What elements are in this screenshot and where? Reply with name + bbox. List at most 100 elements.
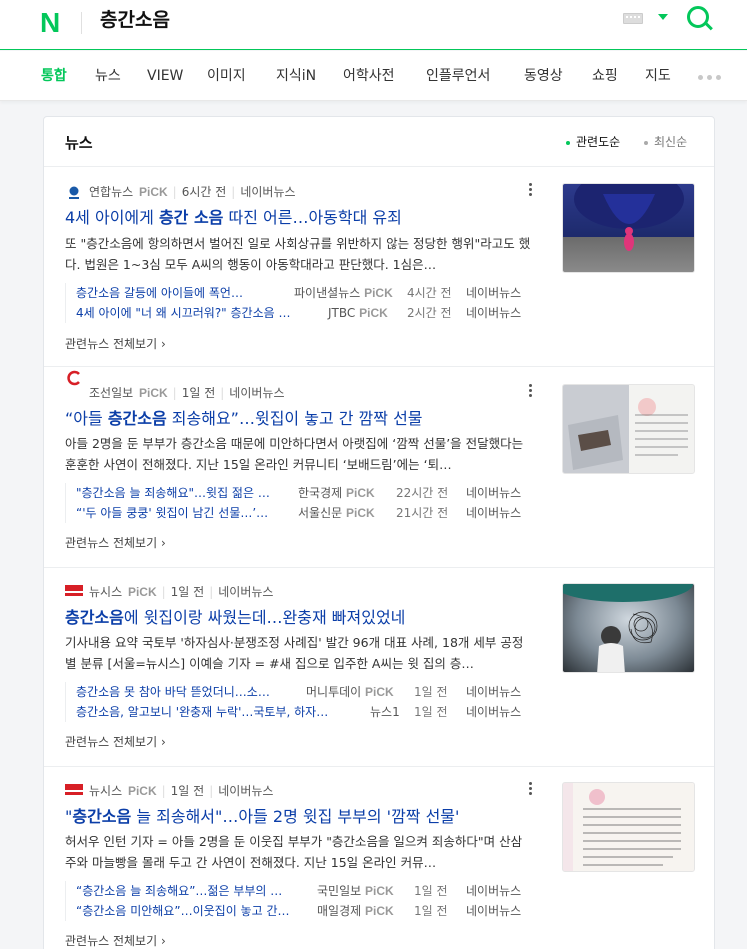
news-time: 1일 전 xyxy=(170,585,205,599)
related-news-item[interactable]: 층간소음 못 참아 바닥 뜯었더니…소… 머니투데이 PiCK 1일 전 네이버… xyxy=(76,682,533,702)
naver-news-link[interactable]: 네이버뉴스 xyxy=(218,784,273,798)
naver-news-link[interactable]: 네이버뉴스 xyxy=(466,483,521,503)
news-thumbnail[interactable] xyxy=(562,583,695,673)
tab-video[interactable]: 동영상 xyxy=(524,66,563,86)
related-news-list: “층간소음 늘 죄송해요”…젊은 부부의 … 국민일보 PiCK 1일 전 네이… xyxy=(65,881,533,921)
related-title[interactable]: 층간소음, 알고보니 '완충재 누락'…국토부, 하자… xyxy=(76,702,352,722)
related-time: 1일 전 xyxy=(414,884,448,898)
see-all-related-link[interactable]: 관련뉴스 전체보기 xyxy=(65,335,166,352)
pick-badge: PiCK xyxy=(127,585,157,599)
keyboard-icon[interactable] xyxy=(623,13,643,24)
tab-view[interactable]: VIEW xyxy=(147,66,183,86)
related-time: 4시간 전 xyxy=(407,286,452,300)
related-title[interactable]: “층간소음 늘 죄송해요”…젊은 부부의 … xyxy=(76,881,302,901)
related-news-list: 층간소음 못 참아 바닥 뜯었더니…소… 머니투데이 PiCK 1일 전 네이버… xyxy=(65,682,533,722)
naver-news-link[interactable]: 네이버뉴스 xyxy=(466,682,521,702)
related-news-list: "층간소음 늘 죄송해요"…윗집 젊은 … 한국경제 PiCK 22시간 전 네… xyxy=(65,483,533,523)
pick-badge: PiCK xyxy=(127,784,157,798)
naver-news-link[interactable]: 네이버뉴스 xyxy=(240,185,295,199)
news-title[interactable]: 층간소음에 윗집이랑 싸웠는데…완충재 빠져있었네 xyxy=(65,607,405,629)
press-logo-icon[interactable] xyxy=(65,370,83,386)
related-title[interactable]: "층간소음 늘 죄송해요"…윗집 젊은 … xyxy=(76,483,286,503)
related-title[interactable]: “'두 아들 쿵쿵' 윗집이 남긴 선물…’… xyxy=(76,503,284,523)
news-description[interactable]: 기사내용 요약 국토부 '하자심사·분쟁조정 사례집' 발간 96개 대표 사례… xyxy=(65,632,533,674)
related-news-item[interactable]: “'두 아들 쿵쿵' 윗집이 남긴 선물…’… 서울신문 PiCK 21시간 전… xyxy=(76,503,533,523)
press-name[interactable]: 연합뉴스 xyxy=(89,185,133,199)
press-name[interactable]: 조선일보 xyxy=(89,386,133,400)
see-all-related-link[interactable]: 관련뉴스 전체보기 xyxy=(65,733,166,750)
more-options-icon[interactable] xyxy=(529,782,533,798)
sort-relevance[interactable]: 관련도순 xyxy=(566,134,620,150)
naver-news-link[interactable]: 네이버뉴스 xyxy=(466,881,521,901)
tab-images[interactable]: 이미지 xyxy=(207,66,246,86)
search-header: N 층간소음 xyxy=(0,0,747,50)
related-news-item[interactable]: “층간소음 미안해요”…이웃집이 놓고 간… 매일경제 PiCK 1일 전 네이… xyxy=(76,901,533,921)
naver-news-link[interactable]: 네이버뉴스 xyxy=(466,503,521,523)
tab-integrated[interactable]: 통합 xyxy=(41,66,67,86)
news-thumbnail[interactable] xyxy=(562,183,695,273)
news-title[interactable]: “아들 층간소음 죄송해요”…윗집이 놓고 간 깜짝 선물 xyxy=(65,408,423,430)
pick-badge: PiCK xyxy=(139,386,168,400)
sort-latest-label: 최신순 xyxy=(654,135,688,149)
news-thumbnail[interactable] xyxy=(562,782,695,872)
sort-latest[interactable]: 최신순 xyxy=(644,134,687,150)
news-section: 뉴스 관련도순 최신순 연합뉴스 PiCK | 6시간 전 | 네이버뉴스 4세 아이에… xyxy=(43,116,715,949)
search-tabs: 통합 뉴스 VIEW 이미지 지식iN 어학사전 인플루언서 동영상 쇼핑 지도 xyxy=(0,51,747,101)
see-all-related-link[interactable]: 관련뉴스 전체보기 xyxy=(65,932,166,949)
search-icon[interactable] xyxy=(687,6,709,28)
related-press: 파이낸셜뉴스 PiCK xyxy=(294,286,393,300)
tab-shopping[interactable]: 쇼핑 xyxy=(592,66,618,86)
press-logo-icon[interactable] xyxy=(65,782,83,798)
news-description[interactable]: 아들 2명을 둔 부부가 층간소음 때문에 미안하다면서 아랫집에 ‘깜짝 선물… xyxy=(65,433,533,475)
related-press: 서울신문 PiCK xyxy=(298,506,375,520)
naver-news-link[interactable]: 네이버뉴스 xyxy=(466,702,521,722)
naver-news-link[interactable]: 네이버뉴스 xyxy=(466,901,521,921)
see-all-related-link[interactable]: 관련뉴스 전체보기 xyxy=(65,534,166,551)
news-item: 조선일보 PiCK | 1일 전 | 네이버뉴스 “아들 층간소음 죄송해요”…윗집이 … xyxy=(44,368,714,568)
section-title: 뉴스 xyxy=(65,134,93,152)
news-meta: 조선일보 PiCK | 1일 전 | 네이버뉴스 xyxy=(89,386,285,400)
tab-map[interactable]: 지도 xyxy=(645,66,671,86)
search-query[interactable]: 층간소음 xyxy=(100,8,170,32)
more-options-icon[interactable] xyxy=(529,384,533,400)
news-meta: 뉴시스 PiCK | 1일 전 | 네이버뉴스 xyxy=(89,585,274,599)
naver-news-link[interactable]: 네이버뉴스 xyxy=(218,585,273,599)
naver-news-link[interactable]: 네이버뉴스 xyxy=(466,283,521,303)
naver-news-link[interactable]: 네이버뉴스 xyxy=(466,303,521,323)
related-news-item[interactable]: "층간소음 늘 죄송해요"…윗집 젊은 … 한국경제 PiCK 22시간 전 네… xyxy=(76,483,533,503)
related-title[interactable]: 4세 아이에 "너 왜 시끄러워?" 층간소음 … xyxy=(76,303,314,323)
press-logo-icon[interactable] xyxy=(65,185,83,201)
tab-influencer[interactable]: 인플루언서 xyxy=(426,66,490,86)
related-title[interactable]: 층간소음 못 참아 바닥 뜯었더니…소… xyxy=(76,682,288,702)
related-title[interactable]: “층간소음 미안해요”…이웃집이 놓고 간… xyxy=(76,901,302,921)
related-news-item[interactable]: 층간소음 갈등에 아이들에 폭언… 파이낸셜뉴스 PiCK 4시간 전 네이버뉴… xyxy=(76,283,533,303)
news-title[interactable]: "층간소음 늘 죄송해서"…아들 2명 윗집 부부의 '깜짝 선물' xyxy=(65,806,459,828)
news-item: 연합뉴스 PiCK | 6시간 전 | 네이버뉴스 4세 아이에게 층간 소음 따진 어… xyxy=(44,183,714,367)
divider xyxy=(81,12,82,34)
news-title[interactable]: 4세 아이에게 층간 소음 따진 어른…아동학대 유죄 xyxy=(65,207,402,229)
press-name[interactable]: 뉴시스 xyxy=(89,585,122,599)
news-thumbnail[interactable] xyxy=(562,384,695,474)
news-description[interactable]: 허서우 인턴 기자 = 아들 2명을 둔 이웃집 부부가 "층간소음을 일으켜 … xyxy=(65,831,533,873)
related-news-item[interactable]: 층간소음, 알고보니 '완충재 누락'…국토부, 하자… 뉴스1 1일 전 네이… xyxy=(76,702,533,722)
related-news-item[interactable]: 4세 아이에 "너 왜 시끄러워?" 층간소음 … JTBC PiCK 2시간 … xyxy=(76,303,533,323)
related-time: 1일 전 xyxy=(414,685,448,699)
tab-news[interactable]: 뉴스 xyxy=(95,66,121,86)
tab-dictionary[interactable]: 어학사전 xyxy=(343,66,395,86)
news-item: 뉴시스 PiCK | 1일 전 | 네이버뉴스 "층간소음 늘 죄송해서"…아들 2명 … xyxy=(44,768,714,949)
related-news-item[interactable]: “층간소음 늘 죄송해요”…젊은 부부의 … 국민일보 PiCK 1일 전 네이… xyxy=(76,881,533,901)
chevron-down-icon[interactable] xyxy=(658,14,668,20)
related-title[interactable]: 층간소음 갈등에 아이들에 폭언… xyxy=(76,283,276,303)
related-time: 22시간 전 xyxy=(396,486,449,500)
tab-knowledge[interactable]: 지식iN xyxy=(276,66,316,86)
press-name[interactable]: 뉴시스 xyxy=(89,784,122,798)
pick-badge: PiCK xyxy=(139,185,168,199)
press-logo-icon[interactable] xyxy=(65,583,83,599)
naver-news-link[interactable]: 네이버뉴스 xyxy=(229,386,284,400)
more-options-icon[interactable] xyxy=(529,183,533,199)
related-news-list: 층간소음 갈등에 아이들에 폭언… 파이낸셜뉴스 PiCK 4시간 전 네이버뉴… xyxy=(65,283,533,323)
more-tabs-icon[interactable] xyxy=(698,75,725,80)
naver-logo[interactable]: N xyxy=(40,8,60,38)
news-description[interactable]: 또 "층간소음에 항의하면서 벌어진 일로 사회상규를 위반하지 않는 정당한 … xyxy=(65,233,533,275)
related-press: 머니투데이 PiCK xyxy=(306,685,394,699)
